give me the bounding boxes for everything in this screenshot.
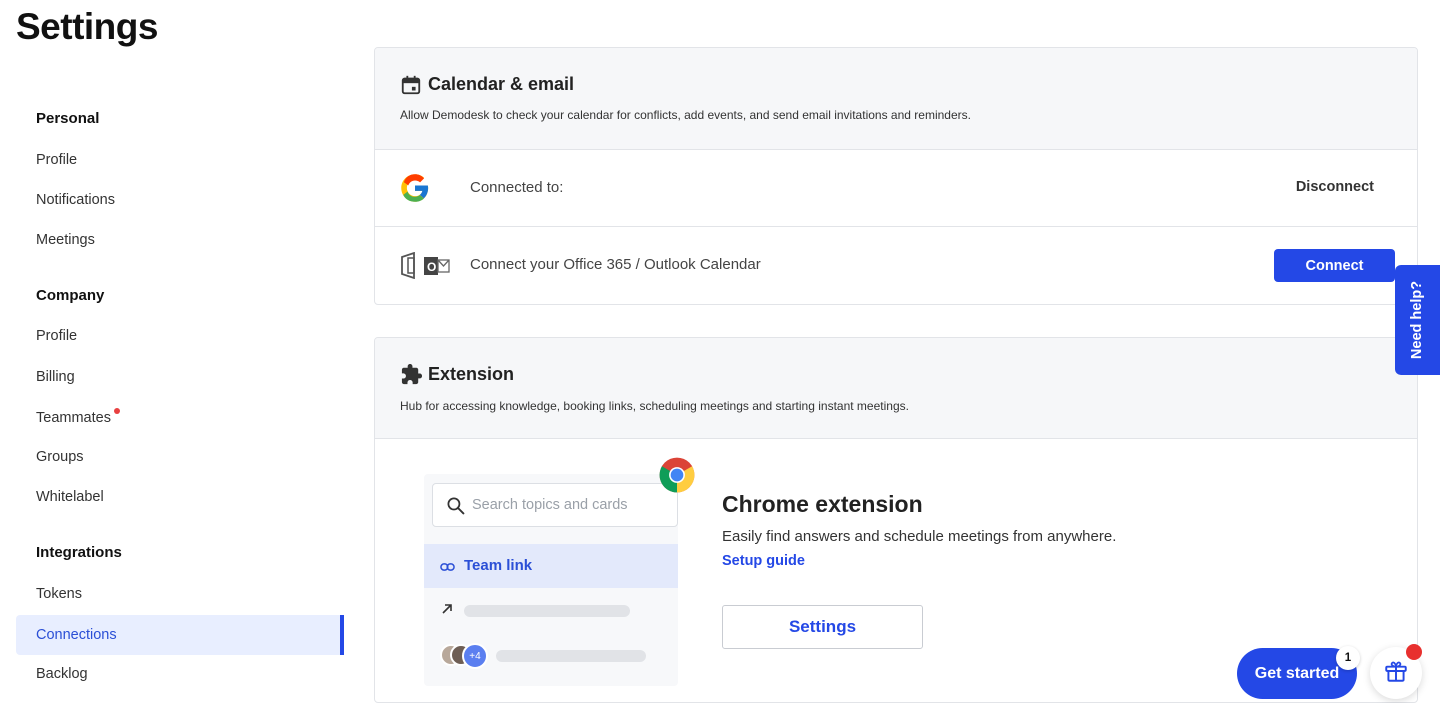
sidebar-item-label: Meetings [36, 232, 95, 248]
google-connection-text: Connected to: [470, 179, 564, 196]
puzzle-icon [400, 363, 423, 391]
gift-notification-dot [1406, 644, 1422, 660]
search-placeholder: Search topics and cards [472, 497, 628, 513]
nav-group-company: Company [36, 287, 105, 304]
gift-icon [1383, 658, 1409, 689]
calendar-icon [400, 74, 422, 101]
sidebar-item-label: Groups [36, 449, 84, 465]
search-icon [446, 496, 465, 520]
sidebar-item-label: Profile [36, 152, 78, 168]
preview-search-field: Search topics and cards [432, 483, 678, 527]
skeleton-line [496, 650, 646, 662]
extension-settings-button[interactable]: Settings [722, 605, 923, 649]
sidebar-item-label: Connections [36, 627, 117, 643]
sidebar-item-backlog[interactable]: Backlog [16, 654, 344, 694]
sidebar-item-company-profile[interactable]: Profile [16, 316, 344, 356]
google-icon [400, 173, 430, 208]
link-icon [440, 560, 455, 578]
outlook-connection-row: O Connect your Office 365 / Outlook Cale… [375, 227, 1417, 304]
connect-button[interactable]: Connect [1274, 249, 1395, 282]
calendar-email-card: Calendar & email Allow Demodesk to check… [374, 47, 1418, 305]
outlook-icon: O [400, 251, 450, 284]
sidebar-item-tokens[interactable]: Tokens [16, 574, 344, 614]
sidebar-item-label: Profile [36, 328, 78, 344]
setup-guide-link[interactable]: Setup guide [722, 553, 805, 569]
get-started-count-badge: 1 [1336, 646, 1360, 670]
avatar-group: +4 [440, 643, 490, 669]
sidebar-item-teammates[interactable]: Teammates [16, 398, 344, 438]
nav-group-integrations: Integrations [36, 544, 122, 561]
sidebar-item-label: Tokens [36, 586, 82, 602]
card-title: Calendar & email [428, 74, 575, 94]
sidebar-item-whitelabel[interactable]: Whitelabel [16, 477, 344, 517]
outlook-connection-text: Connect your Office 365 / Outlook Calend… [470, 256, 761, 273]
card-header: Extension Hub for accessing knowledge, b… [375, 338, 1417, 439]
extension-preview: Search topics and cards Team link +4 [424, 474, 678, 686]
skeleton-line [464, 605, 630, 617]
sidebar-item-label: Teammates [36, 410, 111, 426]
google-connection-row: Connected to: Disconnect [375, 150, 1417, 227]
chrome-extension-title: Chrome extension [722, 491, 923, 517]
chrome-logo-icon [658, 456, 696, 499]
avatar-more-count: +4 [462, 643, 488, 669]
sidebar-item-billing[interactable]: Billing [16, 357, 344, 397]
sidebar-item-connections[interactable]: Connections [16, 615, 344, 655]
sidebar-item-groups[interactable]: Groups [16, 437, 344, 477]
nav-group-personal: Personal [36, 110, 100, 127]
notification-dot [113, 408, 120, 414]
sidebar-item-label: Billing [36, 369, 75, 385]
sidebar-item-notifications[interactable]: Notifications [16, 180, 344, 220]
sidebar-item-personal-profile[interactable]: Profile [16, 140, 344, 180]
team-link-label: Team link [464, 557, 533, 574]
card-header: Calendar & email Allow Demodesk to check… [375, 48, 1417, 150]
need-help-label: Need help? [1409, 280, 1426, 360]
sidebar-item-label: Whitelabel [36, 489, 104, 505]
sidebar-item-meetings[interactable]: Meetings [16, 220, 344, 260]
page-title: Settings [16, 6, 158, 47]
sidebar-item-label: Backlog [36, 666, 88, 682]
sidebar-item-label: Notifications [36, 192, 115, 208]
card-description: Hub for accessing knowledge, booking lin… [400, 399, 909, 413]
card-title: Extension [428, 364, 515, 384]
arrow-up-right-icon [441, 602, 453, 620]
svg-text:O: O [427, 260, 436, 274]
card-description: Allow Demodesk to check your calendar fo… [400, 108, 971, 122]
disconnect-button[interactable]: Disconnect [1296, 179, 1374, 195]
preview-team-link: Team link [424, 544, 678, 588]
chrome-extension-description: Easily find answers and schedule meeting… [722, 528, 1117, 545]
need-help-tab[interactable]: Need help? [1395, 265, 1440, 375]
